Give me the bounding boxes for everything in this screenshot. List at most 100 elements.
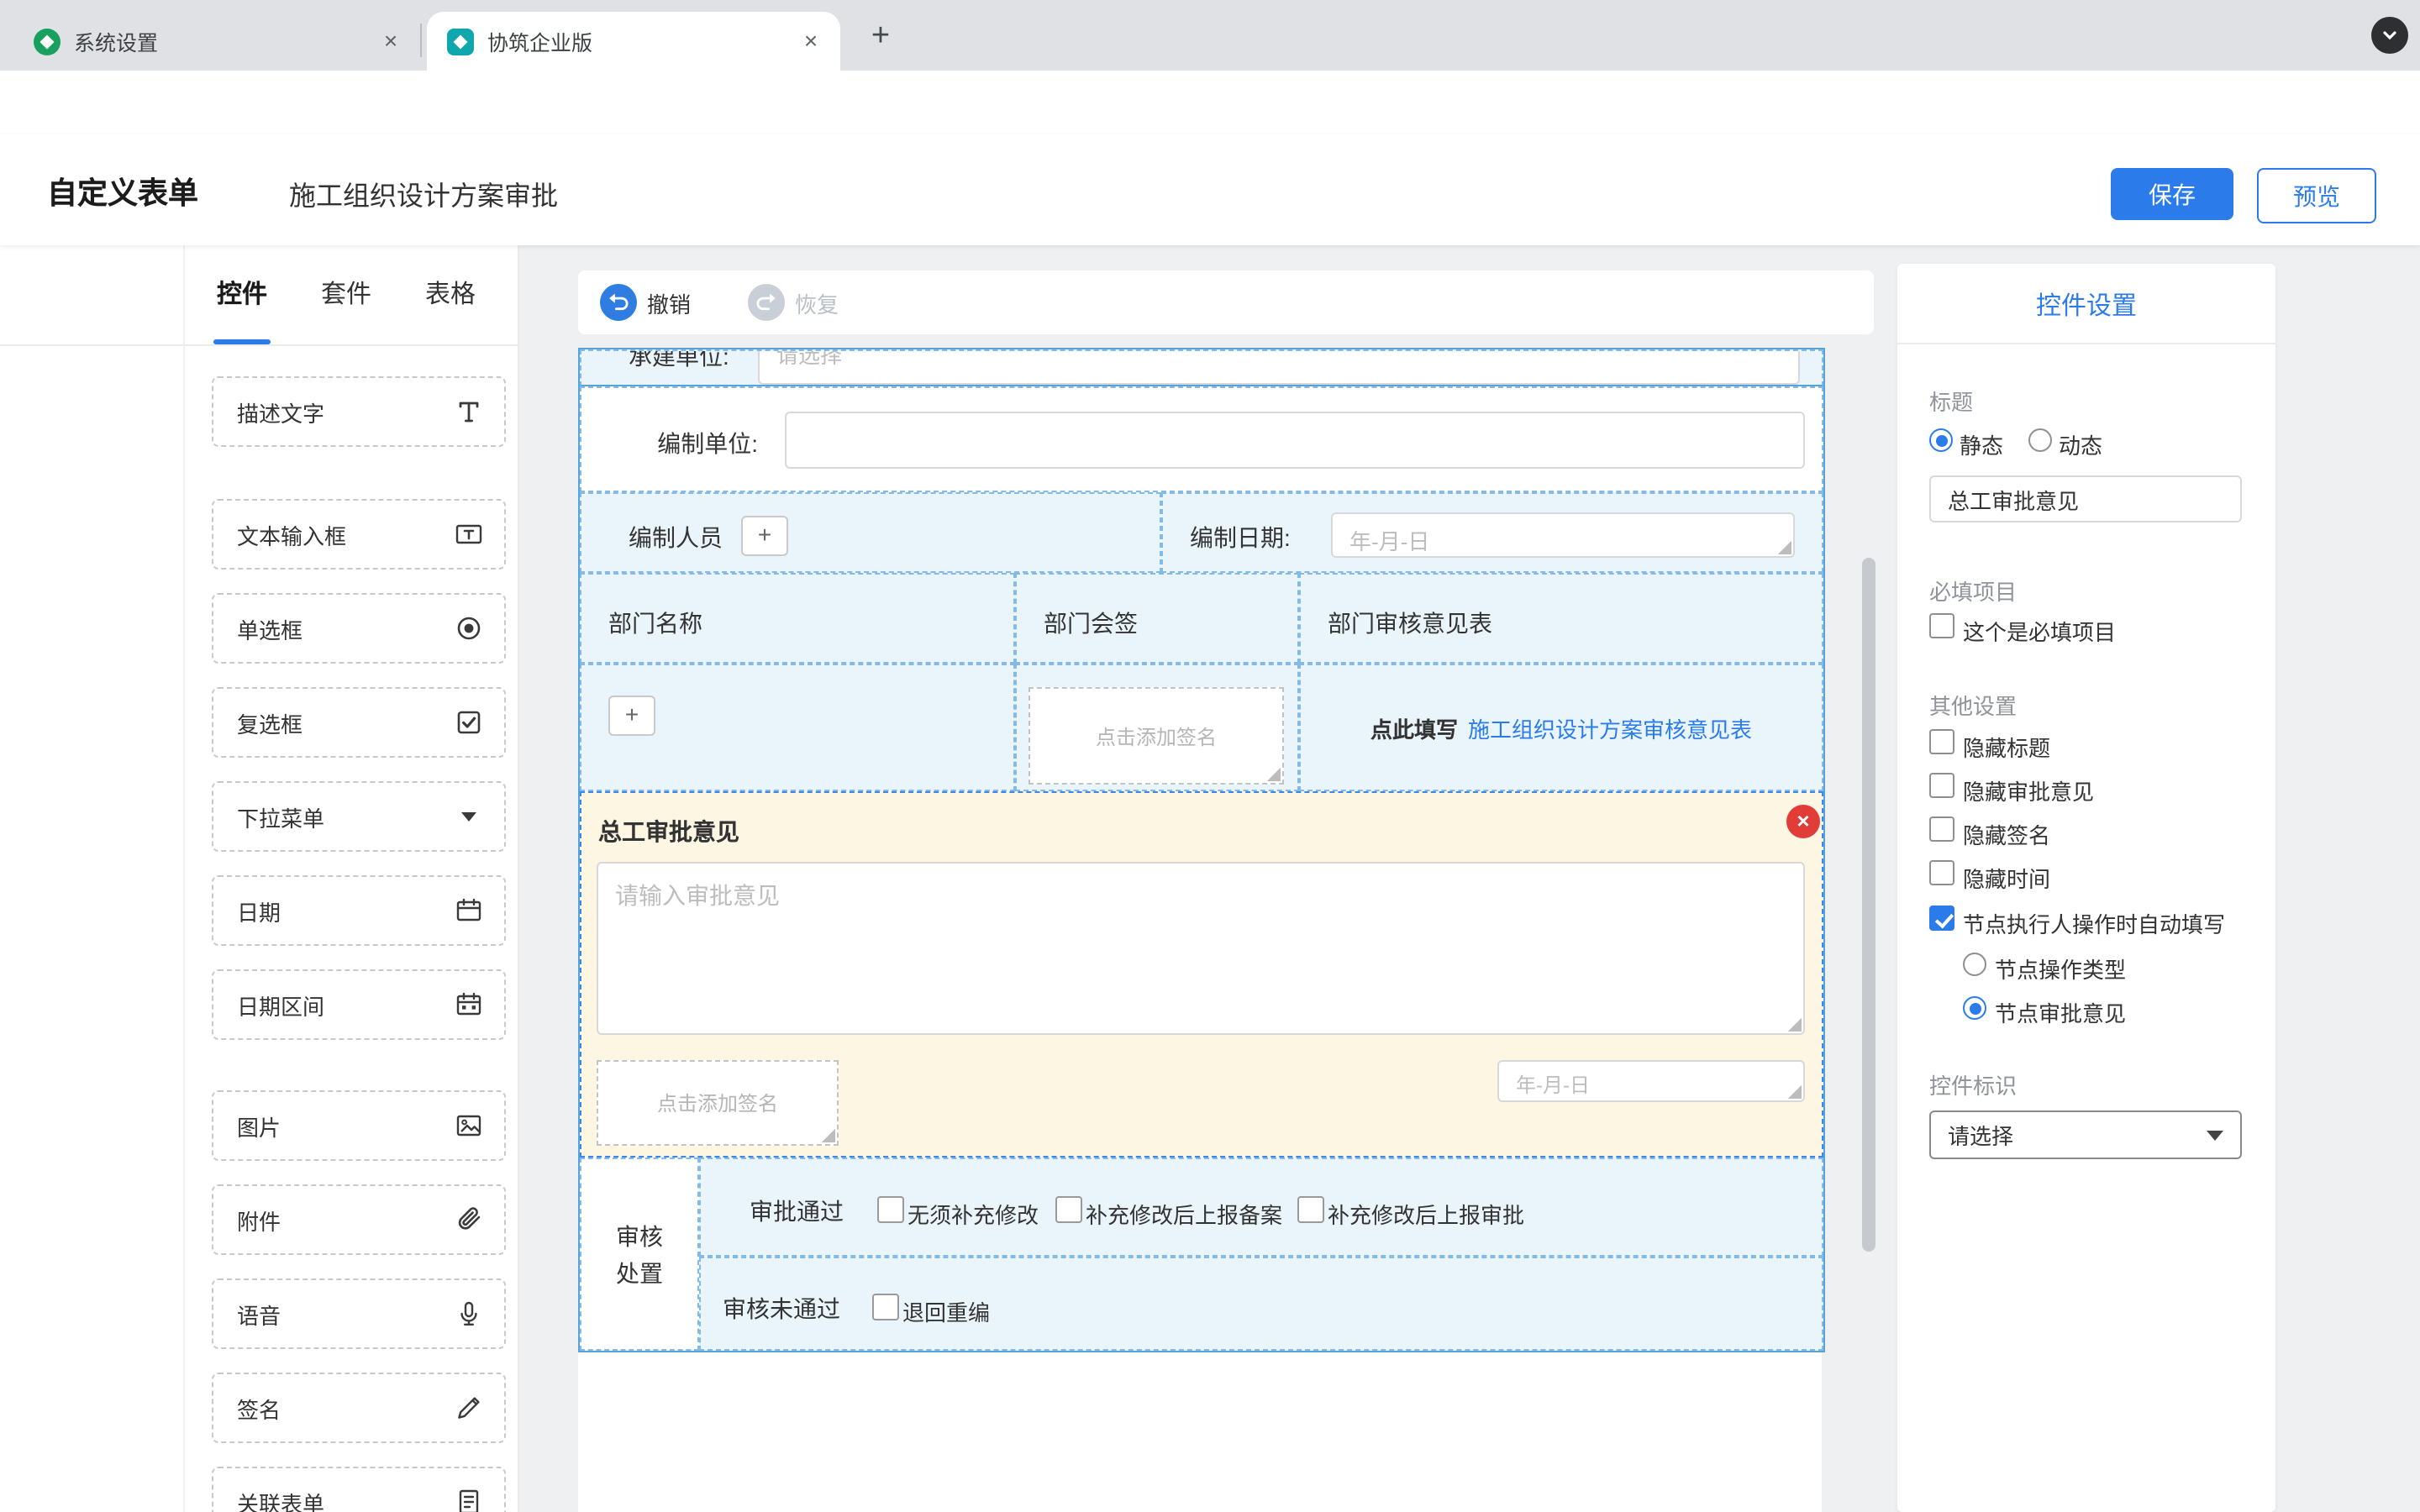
calendar-icon <box>454 895 484 926</box>
resize-handle[interactable] <box>1786 1016 1802 1032</box>
contractor-select[interactable]: 请选择 <box>758 349 1800 385</box>
control-item-linked-form[interactable]: 关联表单 <box>212 1467 506 1512</box>
disposition-label-cell[interactable]: 审核处置 <box>580 1158 699 1351</box>
checkbox[interactable] <box>1297 1196 1324 1223</box>
control-item-radio[interactable]: 单选框 <box>212 593 506 664</box>
signature-box[interactable]: 点击添加签名 <box>1028 687 1284 785</box>
node-approval-opinion-row: 节点审批意见 <box>1897 995 2275 1025</box>
redo-icon[interactable] <box>748 284 785 321</box>
checkbox-icon <box>454 707 484 738</box>
unit-label: 编制单位: <box>581 427 758 460</box>
contractor-label: 承建单位: <box>629 349 729 373</box>
checkbox[interactable] <box>1055 1196 1082 1223</box>
tab-close-icon[interactable] <box>376 27 405 55</box>
identifier-select[interactable]: 请选择 <box>1929 1110 2242 1159</box>
form-row-date[interactable]: 编制日期: 年-月-日 <box>1161 492 1823 573</box>
table-header-dept-sign[interactable]: 部门会签 <box>1015 573 1299 664</box>
mic-icon <box>454 1299 484 1329</box>
hide-opinion-checkbox[interactable] <box>1929 773 1954 798</box>
table-cell-dept-name[interactable] <box>580 664 1015 791</box>
controls-sidebar: 控件 套件 表格 描述文字 文本输入框 单选框 复选框 <box>0 245 519 1512</box>
control-item-checkbox[interactable]: 复选框 <box>212 687 506 758</box>
form-table: 承建单位: 请选择 编制单位: 编制人员 编制日期: 年-月-日 <box>578 348 1825 1352</box>
tab-tables[interactable]: 表格 <box>425 276 476 311</box>
new-tab-button[interactable] <box>860 17 901 57</box>
control-item-dropdown[interactable]: 下拉菜单 <box>212 781 506 852</box>
dynamic-radio[interactable] <box>2028 428 2052 452</box>
table-cell-dept-review[interactable]: 点此填写 施工组织设计方案审核意见表 <box>1299 664 1823 791</box>
save-button[interactable]: 保存 <box>2111 168 2233 220</box>
browser-tab-system-settings[interactable]: 系统设置 <box>13 12 420 71</box>
node-action-type-radio[interactable] <box>1963 953 1986 976</box>
chevron-down-icon <box>2207 1130 2223 1140</box>
signature-box[interactable]: 点击添加签名 <box>597 1060 839 1146</box>
form-row-unit[interactable]: 编制单位: <box>580 386 1823 492</box>
date-input[interactable]: 年-月-日 <box>1331 512 1795 558</box>
undo-label[interactable]: 撤销 <box>647 286 691 318</box>
control-item-date[interactable]: 日期 <box>212 875 506 946</box>
resize-handle[interactable] <box>1786 1084 1802 1099</box>
form-row-contractor[interactable]: 承建单位: 请选择 <box>580 349 1823 386</box>
required-checkbox[interactable] <box>1929 613 1954 638</box>
disposition-fail-row[interactable]: 审核未通过 退回重编 <box>699 1257 1823 1351</box>
control-item-signature[interactable]: 签名 <box>212 1373 506 1443</box>
image-icon <box>454 1110 484 1141</box>
settings-title: 控件设置 <box>1897 287 2275 323</box>
unit-input[interactable] <box>785 412 1805 469</box>
undo-icon[interactable] <box>600 284 637 321</box>
other-section-label: 其他设置 <box>1929 689 2017 721</box>
browser-address-bar: xmgl.glodon.com/project-doc/workbench/xf… <box>0 71 2420 134</box>
add-dept-button[interactable] <box>608 696 655 736</box>
static-radio[interactable] <box>1929 428 1953 452</box>
title-section-label: 标题 <box>1929 385 1973 417</box>
control-item-text-input[interactable]: 文本输入框 <box>212 499 506 570</box>
glodon-favicon <box>447 28 474 55</box>
title-mode-row: 静态 动态 <box>1897 427 2275 457</box>
hide-signature-checkbox[interactable] <box>1929 816 1954 842</box>
table-cell-dept-sign[interactable]: 点击添加签名 <box>1015 664 1299 791</box>
approval-opinion-textarea[interactable]: 请输入审批意见 <box>597 862 1805 1035</box>
tab-controls[interactable]: 控件 <box>217 276 267 311</box>
approval-date-input[interactable]: 年-月-日 <box>1497 1060 1805 1102</box>
auto-fill-checkbox[interactable] <box>1929 906 1954 931</box>
browser-profile-chevron-icon[interactable] <box>2371 17 2408 54</box>
resize-handle[interactable] <box>1265 766 1281 781</box>
hide-title-checkbox[interactable] <box>1929 729 1954 754</box>
pen-icon <box>454 1393 484 1423</box>
control-item-description-text[interactable]: 描述文字 <box>212 376 506 447</box>
add-author-button[interactable] <box>741 516 788 556</box>
tab-kits[interactable]: 套件 <box>321 276 371 311</box>
hide-time-checkbox[interactable] <box>1929 860 1954 885</box>
node-action-type-row: 节点操作类型 <box>1897 951 2275 981</box>
resize-handle[interactable] <box>1776 539 1791 554</box>
delete-component-icon[interactable] <box>1786 805 1820 838</box>
control-item-voice[interactable]: 语音 <box>212 1278 506 1349</box>
form-row-author[interactable]: 编制人员 <box>580 492 1161 573</box>
redo-label[interactable]: 恢复 <box>795 286 839 318</box>
preview-button[interactable]: 预览 <box>2257 168 2376 223</box>
resize-handle[interactable] <box>820 1127 835 1142</box>
table-header-dept-review[interactable]: 部门审核意见表 <box>1299 573 1823 664</box>
node-approval-opinion-radio[interactable] <box>1963 996 1986 1020</box>
selected-component-chief-approval[interactable]: 总工审批意见 请输入审批意见 点击添加签名 年-月-日 <box>580 791 1823 1158</box>
dropdown-icon <box>454 801 484 832</box>
identifier-section-label: 控件标识 <box>1929 1068 2017 1100</box>
checkbox[interactable] <box>877 1196 904 1223</box>
disposition-pass-row[interactable]: 审批通过 无须补充修改 补充修改后上报备案 补充修改后上报审批 <box>699 1158 1823 1257</box>
attachment-icon <box>454 1205 484 1235</box>
tab-close-icon[interactable] <box>797 27 825 55</box>
review-sheet-link[interactable]: 施工组织设计方案审核意见表 <box>1468 711 1752 743</box>
browser-window: 系统设置 协筑企业版 xmgl.glod <box>0 0 2420 1512</box>
control-item-attachment[interactable]: 附件 <box>212 1184 506 1255</box>
control-item-image[interactable]: 图片 <box>212 1090 506 1161</box>
page-header: 自定义表单 施工组织设计方案审批 保存 预览 <box>0 134 2420 245</box>
disposition-label: 审核处置 <box>614 1217 665 1291</box>
checkbox[interactable] <box>872 1294 899 1320</box>
title-value-input[interactable]: 总工审批意见 <box>1929 475 2242 522</box>
canvas-scrollbar-thumb[interactable] <box>1862 558 1876 1252</box>
table-header-dept-name[interactable]: 部门名称 <box>580 573 1015 664</box>
sidebar-divider <box>183 245 185 1512</box>
browser-tab-xiezhu[interactable]: 协筑企业版 <box>427 12 840 71</box>
control-item-date-range[interactable]: 日期区间 <box>212 969 506 1040</box>
text-input-icon <box>454 519 484 549</box>
